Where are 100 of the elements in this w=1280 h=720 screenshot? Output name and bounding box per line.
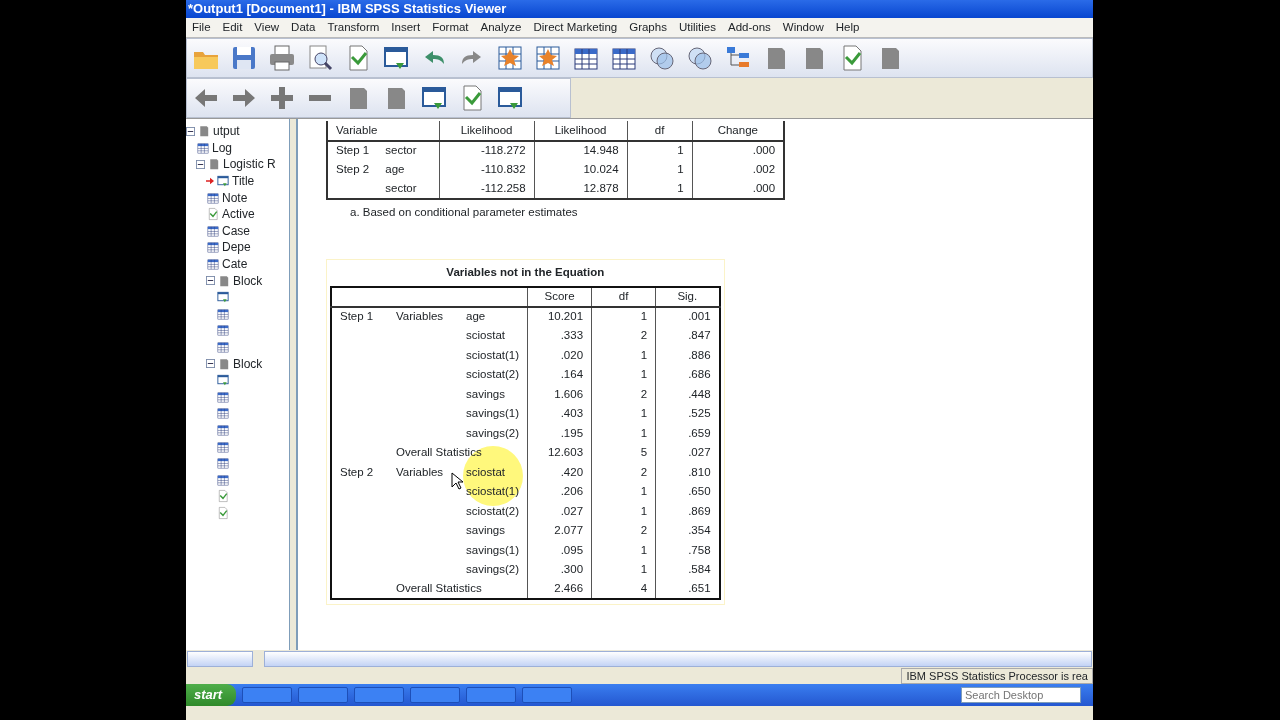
menu-item[interactable]: Direct Marketing bbox=[527, 18, 624, 37]
outline-item-icon[interactable] bbox=[216, 389, 230, 404]
row-label: Variables bbox=[396, 310, 444, 323]
table-cell: .300 bbox=[527, 560, 592, 580]
outline-item[interactable]: Block bbox=[233, 271, 263, 290]
outline-item-icon[interactable] bbox=[216, 505, 230, 520]
table-cell: 1 bbox=[591, 482, 656, 502]
table-cell: .525 bbox=[655, 404, 720, 424]
table-cell: .420 bbox=[527, 462, 592, 483]
scrollbar[interactable] bbox=[187, 651, 253, 667]
table-cell: .000 bbox=[692, 179, 785, 199]
outline-item-icon[interactable] bbox=[206, 207, 220, 222]
table-cell: 1 bbox=[591, 560, 656, 580]
splitter[interactable] bbox=[290, 119, 298, 650]
outline-item[interactable]: Logistic R bbox=[223, 155, 276, 174]
collapse-icon[interactable] bbox=[206, 359, 215, 369]
outline-item[interactable]: Note bbox=[222, 188, 248, 207]
outline-item-icon[interactable] bbox=[216, 472, 230, 487]
outline-item-icon[interactable] bbox=[216, 373, 230, 388]
row-label: sciostat(1) bbox=[466, 348, 520, 361]
column-header: Sig. bbox=[655, 287, 720, 307]
outline-item-icon[interactable] bbox=[216, 406, 230, 421]
menu-item[interactable]: File bbox=[186, 18, 217, 37]
table-cell: 1 bbox=[627, 160, 693, 180]
menu-item[interactable]: Help bbox=[829, 18, 866, 37]
menu-item[interactable]: Edit bbox=[216, 18, 249, 37]
printer-icon[interactable] bbox=[267, 43, 297, 73]
menu-item[interactable]: Insert bbox=[385, 18, 427, 37]
menu-item[interactable]: Graphs bbox=[623, 18, 673, 37]
window-title: *Output1 [Document1] - IBM SPSS Statistics Viewer bbox=[186, 0, 1093, 18]
search-field[interactable]: Search Desktop bbox=[961, 687, 1081, 703]
table-cell: .869 bbox=[655, 501, 720, 522]
collapse-icon[interactable] bbox=[196, 160, 205, 169]
table-cell: .206 bbox=[527, 482, 592, 502]
table-cell: 2 bbox=[591, 384, 656, 405]
table-cell: 1.606 bbox=[527, 384, 592, 405]
menu-item[interactable]: Window bbox=[776, 18, 830, 37]
outline-item-icon[interactable] bbox=[216, 489, 230, 504]
menu-item[interactable]: Utilities bbox=[672, 18, 722, 37]
table-cell: 4 bbox=[591, 579, 656, 600]
menu-item[interactable]: Analyze bbox=[474, 18, 528, 37]
table-cell: .002 bbox=[692, 160, 785, 180]
row-label: savings(2) bbox=[466, 426, 520, 439]
outline-item[interactable]: Depe bbox=[222, 238, 251, 257]
menu-item[interactable]: Add-ons bbox=[721, 18, 777, 37]
table-cell: .403 bbox=[527, 404, 592, 424]
outline-item[interactable]: Active bbox=[222, 205, 255, 224]
outline-item-icon[interactable] bbox=[216, 439, 230, 454]
outline-item[interactable]: Block bbox=[233, 354, 263, 373]
outline-item-icon[interactable] bbox=[216, 340, 230, 354]
outline-item-icon[interactable] bbox=[216, 456, 230, 471]
table-cell: 2.077 bbox=[527, 521, 592, 541]
column-header: df bbox=[591, 287, 656, 307]
outline-item[interactable]: Log bbox=[212, 138, 233, 157]
start-button[interactable]: start bbox=[186, 684, 237, 706]
row-label: sciostat bbox=[466, 465, 505, 478]
table-cell: 2 bbox=[591, 521, 656, 541]
table-cell: .758 bbox=[655, 540, 720, 561]
menu-item[interactable]: Format bbox=[426, 18, 475, 37]
collapse-icon[interactable] bbox=[206, 276, 215, 286]
outline-item[interactable]: utput bbox=[213, 122, 240, 141]
outline-item-icon[interactable] bbox=[216, 290, 230, 305]
table-cell: -118.272 bbox=[439, 140, 535, 160]
table-cell: 10.024 bbox=[534, 160, 628, 180]
column-header: Variable bbox=[327, 121, 440, 141]
row-label: sciostat(2) bbox=[466, 368, 520, 381]
status-text: IBM SPSS Statistics Processor is rea bbox=[901, 668, 1093, 684]
table-cell: 12.878 bbox=[534, 179, 628, 199]
scrollbar[interactable] bbox=[264, 651, 1092, 667]
grid-icon[interactable] bbox=[495, 43, 525, 73]
grid-icon[interactable] bbox=[533, 43, 563, 73]
menu-item[interactable]: Data bbox=[285, 18, 322, 37]
table-cell: 1 bbox=[591, 345, 656, 366]
row-label: Step 1 bbox=[336, 144, 370, 157]
outline-item-icon[interactable] bbox=[216, 423, 230, 437]
outline-item[interactable]: Case bbox=[222, 221, 250, 240]
outline-item-icon[interactable] bbox=[206, 240, 220, 255]
menu-item[interactable]: Transform bbox=[321, 18, 386, 37]
table-cell: .027 bbox=[527, 501, 592, 522]
row-label: savings(1) bbox=[466, 407, 520, 420]
table-cell: .164 bbox=[527, 365, 592, 385]
collapse-icon[interactable] bbox=[186, 126, 195, 136]
row-label: savings bbox=[466, 524, 505, 537]
row-label: sciostat(2) bbox=[466, 504, 520, 517]
outline-item[interactable]: Cate bbox=[222, 255, 248, 274]
table-cell: 5 bbox=[591, 443, 656, 463]
outline-item[interactable]: Title bbox=[232, 172, 255, 191]
row-label: sciostat(1) bbox=[466, 485, 520, 498]
table-cell: .000 bbox=[692, 140, 785, 160]
row-label: Step 2 bbox=[340, 465, 374, 478]
outline-item-icon[interactable] bbox=[206, 257, 220, 272]
outline-item-icon[interactable] bbox=[206, 223, 220, 238]
outline-item-icon[interactable] bbox=[196, 140, 210, 155]
column-header: Likelihood bbox=[534, 121, 628, 141]
table-cell: 12.603 bbox=[527, 443, 592, 463]
outline-item-icon[interactable] bbox=[216, 306, 230, 321]
outline-item-icon[interactable] bbox=[216, 323, 230, 338]
outline-item-icon[interactable] bbox=[206, 190, 220, 205]
menu-item[interactable]: View bbox=[248, 18, 286, 37]
outline-item-icon[interactable] bbox=[216, 174, 230, 189]
